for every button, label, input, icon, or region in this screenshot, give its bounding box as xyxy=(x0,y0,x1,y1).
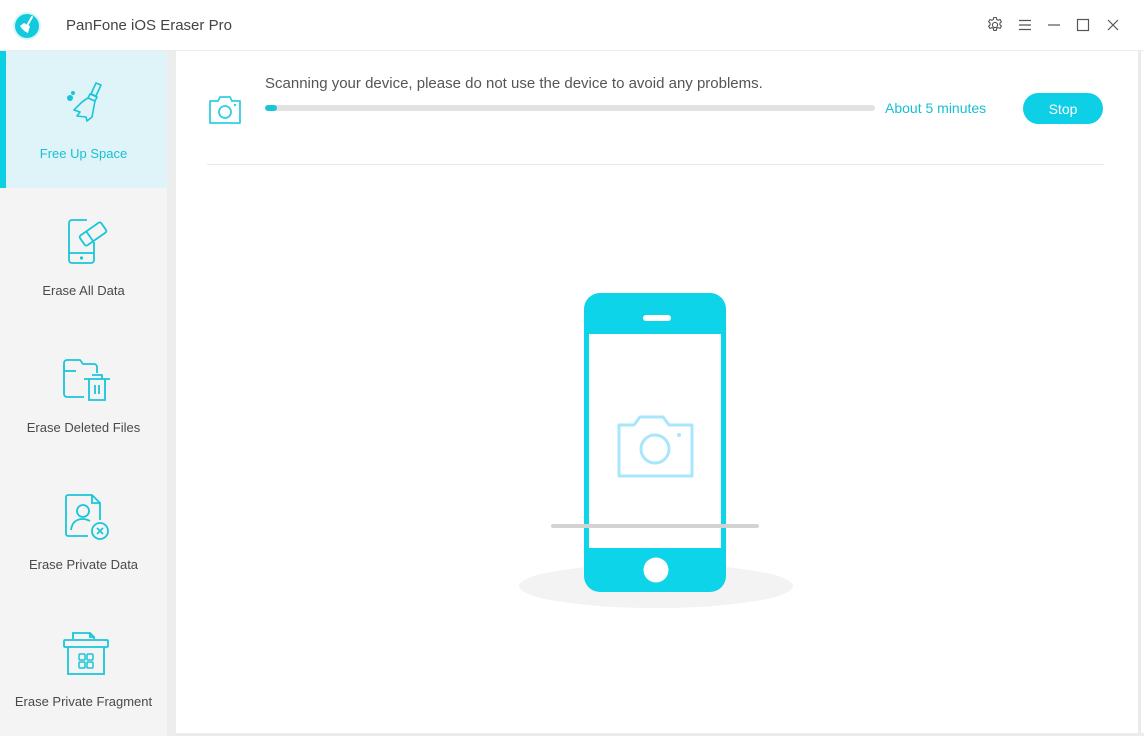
title-bar: PanFone iOS Eraser Pro xyxy=(0,0,1144,51)
sidebar-item-erase-deleted-files[interactable]: Erase Deleted Files xyxy=(0,325,167,462)
minimize-button[interactable] xyxy=(1043,14,1065,36)
sidebar-separator xyxy=(167,51,176,736)
sidebar-item-label: Free Up Space xyxy=(39,146,128,161)
phone-speaker xyxy=(643,315,671,321)
sidebar-item-label: Erase All Data xyxy=(42,283,125,298)
main-panel: Scanning your device, please do not use … xyxy=(176,51,1141,733)
sidebar: Free Up Space Erase All Data Erase Delet… xyxy=(0,51,167,736)
maximize-button[interactable] xyxy=(1072,14,1094,36)
close-icon xyxy=(1107,19,1119,31)
sidebar-item-label: Erase Deleted Files xyxy=(26,420,141,435)
sidebar-item-erase-private-fragment[interactable]: Erase Private Fragment xyxy=(0,599,167,736)
sidebar-item-free-up-space[interactable]: Free Up Space xyxy=(0,51,167,188)
sidebar-item-label: Erase Private Fragment xyxy=(14,694,153,709)
settings-button[interactable] xyxy=(984,14,1006,36)
scan-progress-fill xyxy=(265,105,278,111)
scan-progress-bar xyxy=(265,105,875,111)
scan-line xyxy=(551,524,759,528)
maximize-icon xyxy=(1076,18,1090,32)
sidebar-item-erase-all-data[interactable]: Erase All Data xyxy=(0,188,167,325)
phone-eraser-icon xyxy=(68,219,108,264)
scan-eta: About 5 minutes xyxy=(885,100,987,116)
broom-icon xyxy=(67,82,102,122)
phone-scanning-camera-icon xyxy=(519,293,793,608)
close-button[interactable] xyxy=(1102,14,1124,36)
folder-trash-icon xyxy=(63,359,110,401)
minimize-icon xyxy=(1048,24,1060,26)
phone-screen xyxy=(589,334,721,548)
fragment-bin-icon xyxy=(63,632,109,675)
app-title: PanFone iOS Eraser Pro xyxy=(66,17,232,34)
gear-icon xyxy=(988,16,1002,31)
scan-status-message: Scanning your device, please do not use … xyxy=(265,75,763,92)
header-divider xyxy=(207,164,1104,165)
menu-button[interactable] xyxy=(1014,14,1036,36)
user-document-remove-icon xyxy=(65,494,109,540)
sidebar-item-label: Erase Private Data xyxy=(28,557,139,572)
stop-button[interactable]: Stop xyxy=(1023,93,1103,124)
broom-logo-icon xyxy=(13,12,41,40)
hamburger-menu-icon xyxy=(1019,19,1031,31)
phone-home-button xyxy=(643,557,669,583)
sidebar-item-erase-private-data[interactable]: Erase Private Data xyxy=(0,462,167,599)
camera-icon xyxy=(209,96,241,124)
